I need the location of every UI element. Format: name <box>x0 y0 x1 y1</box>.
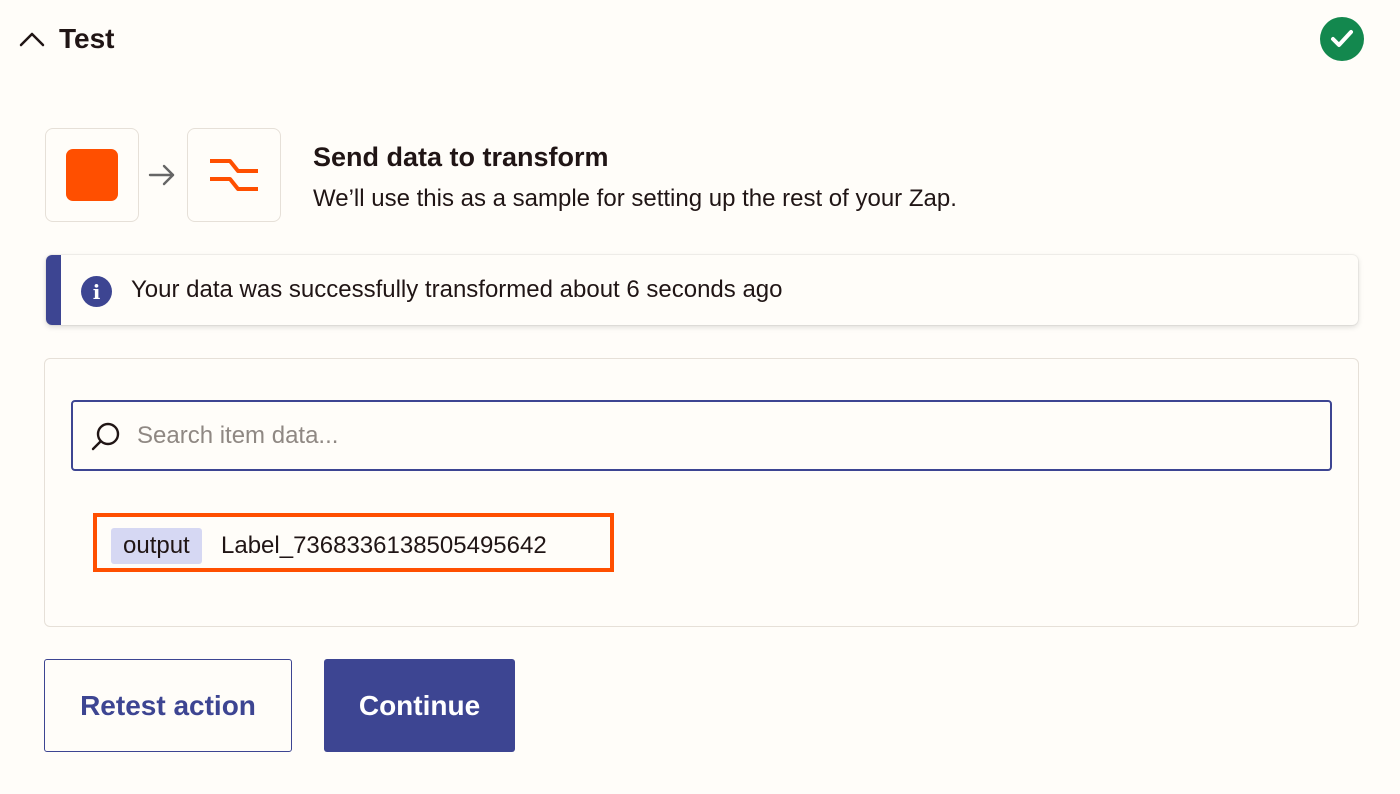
source-app-tile <box>45 128 139 222</box>
search-icon <box>91 422 120 451</box>
info-icon: i <box>81 276 112 307</box>
formatter-icon <box>210 159 258 191</box>
target-app-tile <box>187 128 281 222</box>
arrow-right-icon <box>147 162 177 188</box>
test-section-header: Test <box>0 0 1400 80</box>
chevron-up-icon <box>19 32 45 47</box>
info-banner-text: Your data was successfully transformed a… <box>131 276 783 303</box>
step-description: We’ll use this as a sample for setting u… <box>313 185 957 212</box>
output-key-badge: output <box>111 528 202 564</box>
item-data-panel <box>44 358 1359 627</box>
test-section: Test Send data to transform We’ll use th… <box>0 0 1400 794</box>
orange-square-icon <box>66 149 118 201</box>
collapse-toggle[interactable] <box>16 24 48 54</box>
search-input[interactable] <box>137 417 1307 455</box>
info-banner-accent <box>46 255 61 325</box>
check-circle-icon <box>1320 17 1364 61</box>
retest-action-button[interactable]: Retest action <box>44 659 292 752</box>
section-title: Test <box>59 23 115 54</box>
output-value: Label_7368336138505495642 <box>221 532 547 559</box>
continue-button[interactable]: Continue <box>324 659 515 752</box>
step-title: Send data to transform <box>313 142 609 172</box>
